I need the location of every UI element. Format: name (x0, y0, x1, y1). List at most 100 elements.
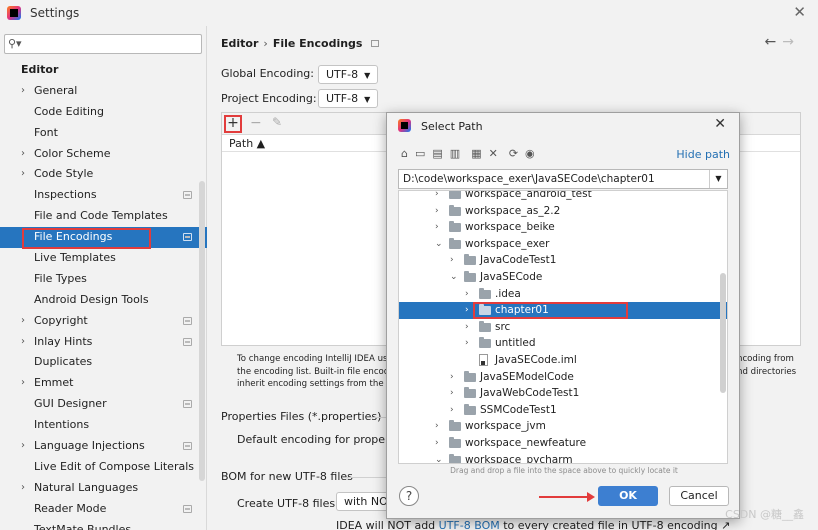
sidebar-item[interactable]: TextMate Bundles (0, 520, 207, 530)
folder-node[interactable]: › .idea (399, 286, 727, 303)
chevron-down-icon[interactable]: ⌄ (435, 452, 443, 463)
close-icon[interactable]: ✕ (714, 116, 726, 132)
sidebar-item[interactable]: File Types (0, 269, 207, 290)
cancel-button[interactable]: Cancel (669, 486, 729, 506)
add-path-button[interactable]: + (224, 115, 242, 133)
chevron-right-icon[interactable]: › (435, 219, 439, 236)
file-tree-scrollbar[interactable] (720, 273, 726, 393)
sidebar-item[interactable]: File and Code Templates (0, 206, 207, 227)
sidebar-item[interactable]: › Emmet (0, 373, 207, 394)
chevron-right-icon[interactable]: › (21, 311, 25, 332)
show-hidden-icon[interactable]: ◉ (525, 147, 535, 160)
sidebar-item[interactable]: Font (0, 123, 207, 144)
help-button[interactable]: ? (399, 486, 419, 506)
chevron-right-icon[interactable]: › (450, 252, 454, 269)
file-node[interactable]: JavaSECode.iml (399, 352, 727, 369)
chevron-right-icon[interactable]: › (435, 418, 439, 435)
chevron-right-icon[interactable]: › (450, 402, 454, 419)
chevron-down-icon[interactable]: ▼ (709, 170, 727, 188)
sidebar-item[interactable]: Intentions (0, 415, 207, 436)
new-folder-icon[interactable]: ▦ (471, 147, 481, 160)
edit-path-button[interactable]: ✎ (272, 115, 282, 129)
breadcrumb-root[interactable]: Editor (221, 37, 258, 50)
sidebar-item[interactable]: › Code Style (0, 164, 207, 185)
module-folder-icon[interactable]: ▥ (450, 147, 460, 160)
chevron-down-icon[interactable]: ⌄ (450, 269, 458, 286)
folder-node[interactable]: › src (399, 319, 727, 336)
chevron-right-icon[interactable]: › (435, 191, 439, 203)
sidebar-item[interactable]: Live Edit of Compose Literals (0, 457, 207, 478)
sidebar-item-label: Live Templates (34, 251, 116, 265)
folder-node[interactable]: ⌄ workspace_exer (399, 236, 727, 253)
chevron-right-icon[interactable]: › (465, 319, 469, 336)
folder-node[interactable]: › chapter01 (399, 302, 727, 320)
sidebar-scrollbar[interactable] (199, 181, 205, 481)
sidebar-item[interactable]: Android Design Tools (0, 290, 207, 311)
delete-icon[interactable]: ✕ (489, 147, 498, 160)
chevron-right-icon[interactable]: › (21, 436, 25, 457)
folder-node[interactable]: ⌄ JavaSECode (399, 269, 727, 286)
chevron-right-icon[interactable]: › (465, 286, 469, 303)
folder-node[interactable]: › SSMCodeTest1 (399, 402, 727, 419)
sidebar-item[interactable]: Duplicates (0, 352, 207, 373)
close-icon[interactable]: ✕ (793, 3, 806, 21)
sidebar-item[interactable]: › Inlay Hints (0, 332, 207, 353)
divider (346, 477, 386, 478)
sidebar-item-label: Live Edit of Compose Literals (34, 459, 195, 473)
chevron-right-icon[interactable]: › (465, 335, 469, 352)
path-input[interactable]: D:\code\workspace_exer\JavaSECode\chapte… (398, 169, 728, 189)
sidebar-item[interactable]: File Encodings (0, 227, 207, 250)
sidebar-item[interactable]: Code Editing (0, 102, 207, 123)
sidebar-item[interactable]: › General (0, 81, 207, 102)
folder-node[interactable]: › workspace_as_2.2 (399, 203, 727, 220)
folder-node[interactable]: › workspace_jvm (399, 418, 727, 435)
ok-button[interactable]: OK (598, 486, 658, 506)
folder-node[interactable]: › workspace_beike (399, 219, 727, 236)
sidebar-item[interactable]: Live Templates (0, 248, 207, 269)
chevron-right-icon[interactable]: › (21, 164, 25, 185)
sidebar-item[interactable]: › Language Injections (0, 436, 207, 457)
chevron-right-icon[interactable]: › (435, 435, 439, 452)
forward-arrow-icon[interactable]: → (782, 34, 800, 50)
back-arrow-icon[interactable]: ← (765, 34, 783, 50)
project-encoding-select[interactable]: UTF-8 ▼ (318, 89, 379, 108)
global-encoding-select[interactable]: UTF-8 ▼ (318, 65, 379, 84)
chevron-right-icon[interactable]: › (465, 302, 469, 319)
sidebar-item[interactable]: Reader Mode (0, 499, 207, 520)
desktop-icon[interactable]: ▭ (415, 147, 425, 160)
refresh-icon[interactable]: ⟳ (509, 147, 518, 160)
sidebar-item[interactable]: Inspections (0, 185, 207, 206)
remove-path-button[interactable]: − (250, 115, 262, 131)
highlight-box (22, 228, 151, 250)
intellij-logo-icon (398, 119, 411, 132)
project-scope-icon (183, 191, 192, 200)
folder-node[interactable]: › JavaSEModelCode (399, 369, 727, 386)
sidebar-item[interactable]: › Color Scheme (0, 144, 207, 165)
chevron-right-icon[interactable]: › (435, 203, 439, 220)
folder-node[interactable]: › JavaWebCodeTest1 (399, 385, 727, 402)
sidebar-item-label: Code Style (34, 167, 94, 181)
chevron-right-icon[interactable]: › (21, 478, 25, 499)
chevron-down-icon[interactable]: ⌄ (435, 236, 443, 253)
folder-node[interactable]: › workspace_android_test (399, 191, 727, 203)
folder-node[interactable]: › workspace_newfeature (399, 435, 727, 452)
sidebar-item[interactable]: Editor (0, 60, 207, 81)
search-input[interactable]: ⚲▾ (4, 34, 202, 54)
chevron-right-icon[interactable]: › (21, 332, 25, 353)
folder-node[interactable]: › untitled (399, 335, 727, 352)
sidebar-item[interactable]: GUI Designer (0, 394, 207, 415)
hide-path-link[interactable]: Hide path (676, 148, 730, 161)
sidebar-item[interactable]: › Natural Languages (0, 478, 207, 499)
sidebar-item[interactable]: › Copyright (0, 311, 207, 332)
chevron-right-icon[interactable]: › (450, 385, 454, 402)
home-icon[interactable]: ⌂ (401, 147, 408, 160)
folder-node[interactable]: ⌄ workspace_pycharm (399, 452, 727, 463)
folder-node[interactable]: › JavaCodeTest1 (399, 252, 727, 269)
chevron-right-icon[interactable]: › (21, 81, 25, 102)
bom-select[interactable]: with NO B (336, 492, 392, 511)
utf8-bom-link[interactable]: UTF-8 BOM (439, 519, 500, 530)
project-folder-icon[interactable]: ▤ (432, 147, 442, 160)
chevron-right-icon[interactable]: › (21, 144, 25, 165)
chevron-right-icon[interactable]: › (450, 369, 454, 386)
chevron-right-icon[interactable]: › (21, 373, 25, 394)
